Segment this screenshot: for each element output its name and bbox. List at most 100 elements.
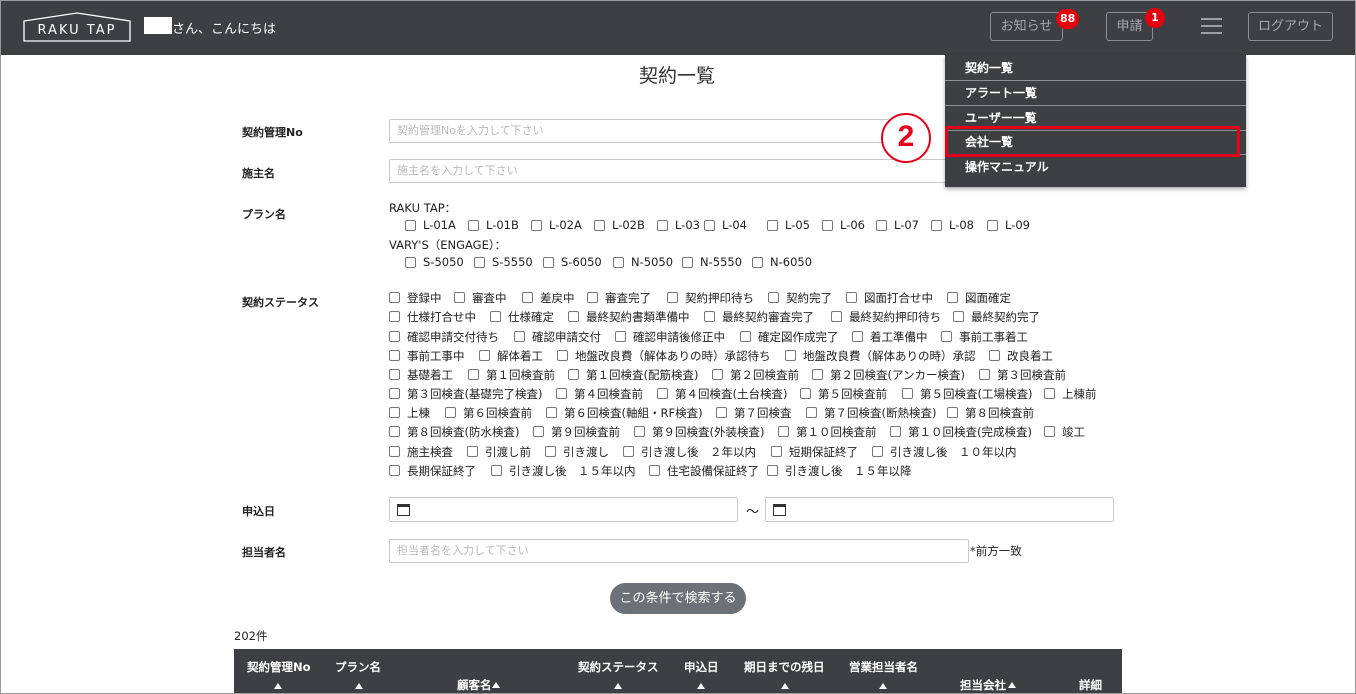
plan-option-l-03-checkbox[interactable]	[657, 220, 668, 231]
staff-name-input[interactable]: 担当者名を入力して下さい	[389, 539, 969, 563]
contract-no-input[interactable]: 契約管理Noを入力して下さい	[389, 119, 889, 143]
status-option-6-2-checkbox[interactable]	[546, 407, 557, 418]
sort-arrow-icon[interactable]	[781, 683, 789, 689]
status-option-6-1-checkbox[interactable]	[445, 407, 456, 418]
status-option-7-2-checkbox[interactable]	[634, 426, 645, 437]
status-option-0-0-checkbox[interactable]	[389, 292, 400, 303]
status-option-0-5-checkbox[interactable]	[768, 292, 779, 303]
status-option-9-0-checkbox[interactable]	[389, 465, 400, 476]
status-option-8-4-checkbox[interactable]	[771, 446, 782, 457]
status-option-5-1-checkbox[interactable]	[556, 388, 567, 399]
sort-arrow-icon[interactable]	[614, 683, 622, 689]
plan-option-n-5050-checkbox[interactable]	[613, 257, 624, 268]
status-option-0-2-checkbox[interactable]	[522, 292, 533, 303]
status-option-4-3-checkbox[interactable]	[712, 369, 723, 380]
plan-option-l-02a-checkbox[interactable]	[531, 220, 542, 231]
status-option-3-0-checkbox[interactable]	[389, 350, 400, 361]
status-option-0-1-checkbox[interactable]	[454, 292, 465, 303]
status-option-5-4-checkbox[interactable]	[902, 388, 913, 399]
sort-arrow-icon[interactable]	[492, 682, 500, 688]
status-option-7-5-checkbox[interactable]	[1044, 426, 1055, 437]
apply-date-to-input[interactable]	[765, 497, 1114, 522]
plan-option-l-06-checkbox[interactable]	[822, 220, 833, 231]
status-option-3-4-checkbox[interactable]	[989, 350, 1000, 361]
plan-option-n-6050-checkbox[interactable]	[752, 257, 763, 268]
sort-arrow-icon[interactable]	[355, 683, 363, 689]
menu-item-contract-list[interactable]: 契約一覧	[945, 56, 1246, 81]
plan-option-l-09-checkbox[interactable]	[987, 220, 998, 231]
status-option-0-4-checkbox[interactable]	[667, 292, 678, 303]
plan-option-l-04-checkbox[interactable]	[704, 220, 715, 231]
status-option-7-3-checkbox[interactable]	[778, 426, 789, 437]
status-option-1-3-checkbox[interactable]	[704, 311, 715, 322]
status-option-8-3-checkbox[interactable]	[623, 446, 634, 457]
status-option-1-0-checkbox[interactable]	[389, 311, 400, 322]
status-option-4-4-checkbox[interactable]	[812, 369, 823, 380]
status-option-5-5-checkbox[interactable]	[1044, 388, 1055, 399]
status-option-7-0-checkbox[interactable]	[389, 426, 400, 437]
status-option-6-4-checkbox[interactable]	[806, 407, 817, 418]
status-option-8-5-checkbox[interactable]	[872, 446, 883, 457]
column-header-plan-name[interactable]: プラン名	[335, 659, 381, 675]
plan-option-n-5550-checkbox[interactable]	[682, 257, 693, 268]
column-header-sales-staff[interactable]: 営業担当者名	[849, 659, 918, 675]
logout-button[interactable]: ログアウト	[1248, 12, 1333, 41]
status-option-5-2-checkbox[interactable]	[657, 388, 668, 399]
status-option-7-4-checkbox[interactable]	[890, 426, 901, 437]
status-option-2-4-checkbox[interactable]	[852, 331, 863, 342]
sort-arrow-icon[interactable]	[1008, 682, 1016, 688]
plan-option-l-08-checkbox[interactable]	[931, 220, 942, 231]
status-option-4-2-checkbox[interactable]	[568, 369, 579, 380]
column-header-days-remaining[interactable]: 期日までの残日	[744, 659, 825, 675]
sort-arrow-icon[interactable]	[879, 683, 887, 689]
status-option-6-0-checkbox[interactable]	[389, 407, 400, 418]
status-option-2-5-checkbox[interactable]	[941, 331, 952, 342]
status-option-2-1-checkbox[interactable]	[514, 331, 525, 342]
status-option-3-1-checkbox[interactable]	[479, 350, 490, 361]
status-option-5-0-checkbox[interactable]	[389, 388, 400, 399]
status-option-9-2-checkbox[interactable]	[649, 465, 660, 476]
search-button[interactable]: この条件で検索する	[610, 583, 746, 614]
status-option-1-4-checkbox[interactable]	[831, 311, 842, 322]
column-header-contract-status[interactable]: 契約ステータス	[578, 659, 659, 675]
status-option-9-1-checkbox[interactable]	[491, 465, 502, 476]
status-option-2-0-checkbox[interactable]	[389, 331, 400, 342]
status-option-5-3-checkbox[interactable]	[800, 388, 811, 399]
status-option-9-3-checkbox[interactable]	[767, 465, 778, 476]
column-header-details[interactable]: 詳細	[1079, 677, 1102, 693]
status-option-1-1-checkbox[interactable]	[490, 311, 501, 322]
status-option-0-6-checkbox[interactable]	[846, 292, 857, 303]
plan-option-l-07-checkbox[interactable]	[876, 220, 887, 231]
status-option-6-5-checkbox[interactable]	[947, 407, 958, 418]
plan-option-s-5050-checkbox[interactable]	[405, 257, 416, 268]
status-option-4-0-checkbox[interactable]	[389, 369, 400, 380]
hamburger-menu-icon[interactable]	[1201, 18, 1223, 36]
notice-button[interactable]: お知らせ	[990, 12, 1063, 41]
plan-option-l-01a-checkbox[interactable]	[405, 220, 416, 231]
status-option-1-5-checkbox[interactable]	[953, 311, 964, 322]
status-option-8-2-checkbox[interactable]	[545, 446, 556, 457]
status-option-8-1-checkbox[interactable]	[467, 446, 478, 457]
status-option-6-3-checkbox[interactable]	[716, 407, 727, 418]
plan-option-l-05-checkbox[interactable]	[767, 220, 778, 231]
column-header-contract-no[interactable]: 契約管理No	[247, 659, 311, 675]
apply-date-from-input[interactable]	[389, 497, 738, 522]
raku-tap-logo[interactable]: RAKU TAP	[23, 12, 131, 42]
plan-option-l-01b-checkbox[interactable]	[468, 220, 479, 231]
plan-option-s-6050-checkbox[interactable]	[543, 257, 554, 268]
status-option-2-3-checkbox[interactable]	[740, 331, 751, 342]
plan-option-s-5550-checkbox[interactable]	[474, 257, 485, 268]
status-option-4-1-checkbox[interactable]	[468, 369, 479, 380]
status-option-4-5-checkbox[interactable]	[979, 369, 990, 380]
status-option-8-0-checkbox[interactable]	[389, 446, 400, 457]
plan-option-l-02b-checkbox[interactable]	[594, 220, 605, 231]
status-option-0-3-checkbox[interactable]	[587, 292, 598, 303]
column-header-company[interactable]: 担当会社	[960, 677, 1006, 693]
status-option-0-7-checkbox[interactable]	[947, 292, 958, 303]
status-option-3-3-checkbox[interactable]	[785, 350, 796, 361]
owner-name-input[interactable]: 施主名を入力して下さい	[389, 159, 949, 183]
menu-item-alert-list[interactable]: アラート一覧	[945, 81, 1246, 106]
status-option-2-2-checkbox[interactable]	[615, 331, 626, 342]
status-option-1-2-checkbox[interactable]	[568, 311, 579, 322]
menu-item-operation-manual[interactable]: 操作マニュアル	[945, 155, 1246, 180]
